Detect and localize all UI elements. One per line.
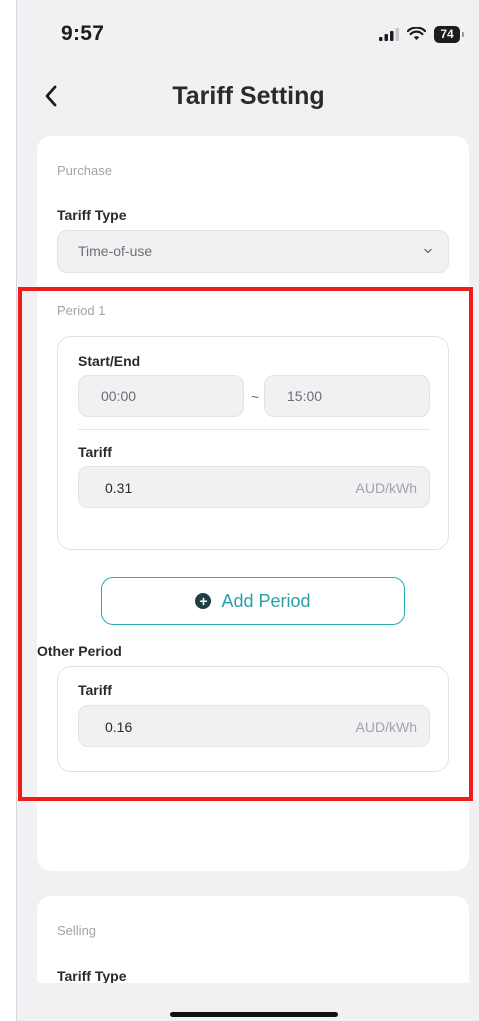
nav-bar: Tariff Setting bbox=[17, 64, 479, 126]
selling-section-label: Selling bbox=[57, 923, 97, 938]
wifi-icon bbox=[407, 27, 426, 40]
status-bar: 9:57 74 bbox=[17, 0, 479, 64]
purchase-section-label: Purchase bbox=[57, 163, 112, 178]
period-1-label: Period 1 bbox=[57, 303, 106, 318]
start-time-input[interactable]: 00:00 bbox=[78, 375, 244, 417]
tariff-type-label: Tariff Type bbox=[57, 207, 127, 223]
other-period-tariff-input[interactable]: 0.16 AUD/kWh bbox=[78, 705, 430, 747]
add-period-label: Add Period bbox=[221, 590, 311, 611]
period-1-tariff-unit: AUD/kWh bbox=[355, 480, 417, 496]
phone-screen: 9:57 74 Tariff Setting Purchase Tariff T… bbox=[16, 0, 479, 1021]
add-period-button[interactable]: + Add Period bbox=[101, 577, 405, 625]
time-separator: ~ bbox=[250, 389, 260, 405]
signal-icon bbox=[379, 27, 399, 41]
status-icons: 74 bbox=[379, 24, 464, 44]
end-time-input[interactable]: 15:00 bbox=[264, 375, 430, 417]
divider bbox=[78, 429, 430, 430]
other-period-tariff-value: 0.16 bbox=[105, 719, 133, 735]
tariff-type-value: Time-of-use bbox=[78, 243, 153, 259]
other-period-label: Other Period bbox=[37, 643, 122, 659]
other-period-box: Tariff 0.16 AUD/kWh bbox=[57, 666, 449, 772]
start-end-label: Start/End bbox=[78, 353, 141, 369]
start-time-value: 00:00 bbox=[101, 388, 137, 404]
plus-circle-icon: + bbox=[195, 593, 212, 609]
other-period-tariff-unit: AUD/kWh bbox=[355, 719, 417, 735]
page-title: Tariff Setting bbox=[172, 82, 325, 110]
period-1-box: Start/End 00:00 ~ 15:00 Tariff 0.31 AUD/… bbox=[57, 336, 449, 550]
end-time-value: 15:00 bbox=[287, 388, 323, 404]
tariff-type-select[interactable]: Time-of-use bbox=[57, 230, 449, 273]
battery-icon: 74 bbox=[434, 25, 464, 43]
purchase-card: Purchase Tariff Type Time-of-use Period … bbox=[37, 136, 469, 871]
period-1-tariff-label: Tariff bbox=[78, 444, 112, 460]
home-indicator-area bbox=[17, 983, 479, 1021]
period-1-tariff-input[interactable]: 0.31 AUD/kWh bbox=[78, 466, 430, 508]
chevron-down-icon bbox=[424, 248, 432, 254]
selling-tariff-type-label: Tariff Type bbox=[57, 968, 127, 984]
battery-level: 74 bbox=[440, 27, 454, 41]
home-indicator[interactable] bbox=[170, 1012, 338, 1017]
other-period-tariff-label: Tariff bbox=[78, 682, 112, 698]
status-time: 9:57 bbox=[61, 22, 105, 45]
period-1-tariff-value: 0.31 bbox=[105, 480, 133, 496]
